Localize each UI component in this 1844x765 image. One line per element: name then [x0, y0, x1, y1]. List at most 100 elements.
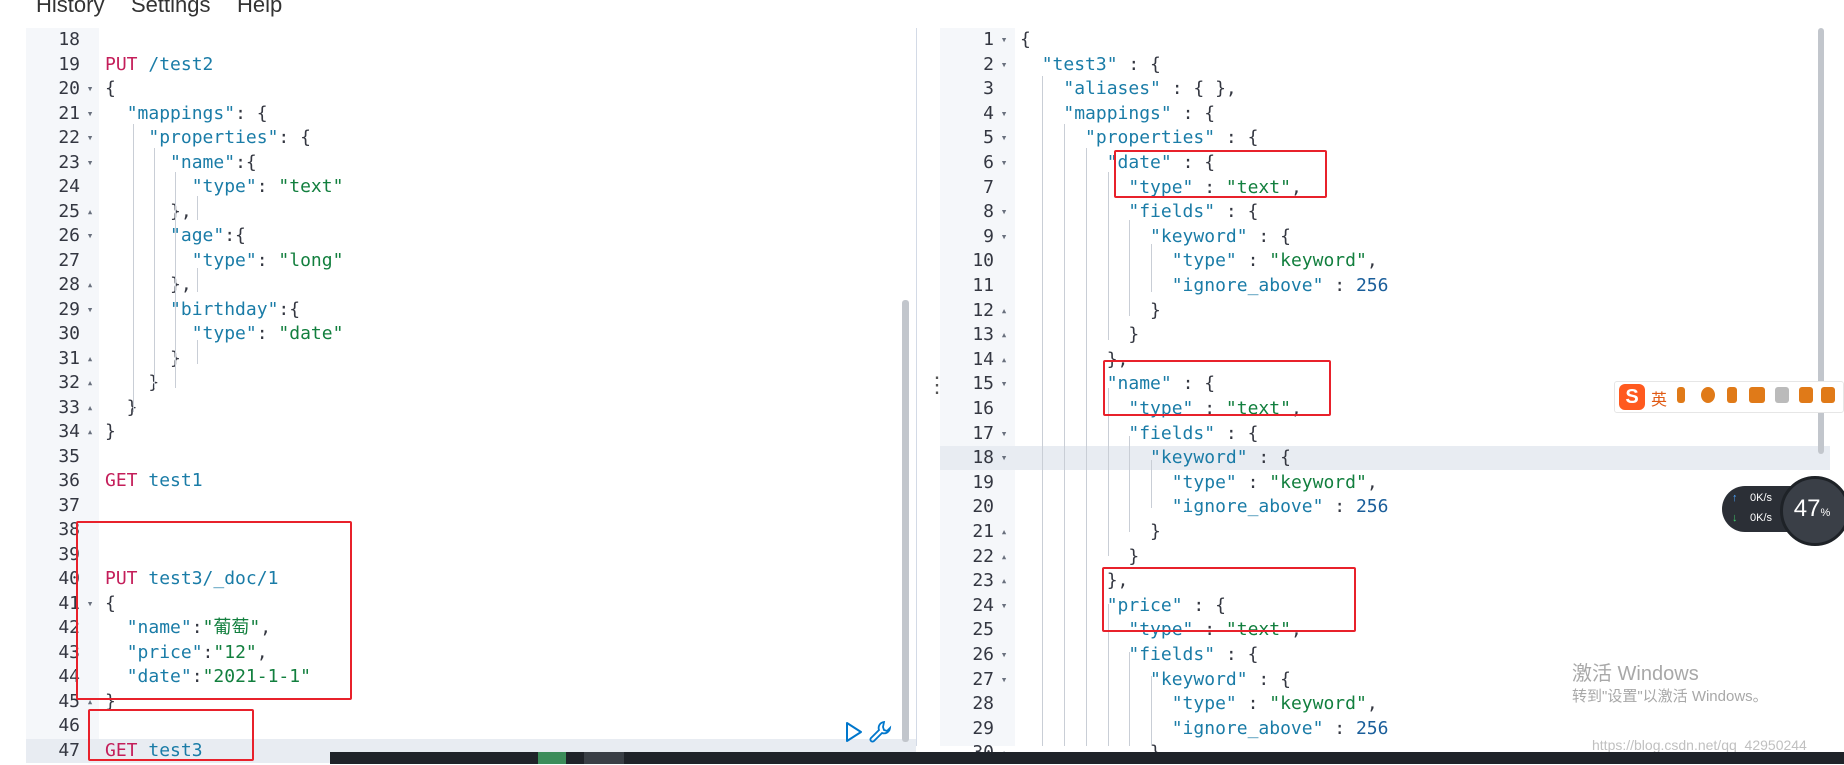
code-line[interactable]: 26 ▾ "age":{ — [26, 224, 916, 248]
code-line[interactable]: 1 ▾ { — [940, 28, 1830, 52]
code-line[interactable]: 13 ▴ } — [940, 323, 1830, 347]
code-line[interactable]: 19 PUT /test2 — [26, 53, 916, 77]
code-line[interactable]: 35 — [26, 445, 916, 469]
menu-help[interactable]: Help — [237, 0, 282, 18]
fold-arrow-icon[interactable]: ▾ — [997, 372, 1011, 396]
code-line[interactable]: 22 ▴ } — [940, 545, 1830, 569]
indent-guide — [1151, 676, 1152, 746]
unfold-arrow-icon[interactable]: ▴ — [83, 420, 97, 444]
code-line[interactable]: 14 ▴ }, — [940, 348, 1830, 372]
code-line[interactable]: 36 GET test1 — [26, 469, 916, 493]
code-line[interactable]: 12 ▴ } — [940, 299, 1830, 323]
unfold-arrow-icon[interactable]: ▴ — [83, 200, 97, 224]
download-speed: 0K/s — [1750, 512, 1773, 524]
fold-arrow-icon[interactable]: ▾ — [83, 224, 97, 248]
ime-toolbar[interactable]: S 英 — [1614, 381, 1844, 413]
code-line[interactable]: 24 ▾ "price" : { — [940, 594, 1830, 618]
code-text: "fields" : { — [1128, 422, 1259, 444]
fold-arrow-icon[interactable]: ▾ — [997, 422, 1011, 446]
line-number: 12 — [972, 299, 994, 321]
code-line[interactable]: 25 ▴ }, — [26, 200, 916, 224]
unfold-arrow-icon[interactable]: ▴ — [997, 520, 1011, 544]
unfold-arrow-icon[interactable]: ▴ — [997, 323, 1011, 347]
punctuation-icon[interactable] — [1677, 387, 1685, 403]
unfold-arrow-icon[interactable]: ▴ — [997, 299, 1011, 323]
fold-arrow-icon[interactable]: ▾ — [83, 298, 97, 322]
code-line[interactable]: 29 ▾ "birthday":{ — [26, 298, 916, 322]
code-line[interactable]: 24 "type": "text" — [26, 175, 916, 199]
unfold-arrow-icon[interactable]: ▴ — [83, 396, 97, 420]
unfold-arrow-icon[interactable]: ▴ — [83, 371, 97, 395]
code-line[interactable]: 30 "type": "date" — [26, 322, 916, 346]
fold-arrow-icon[interactable]: ▾ — [997, 643, 1011, 667]
code-line[interactable]: 32 ▴ } — [26, 371, 916, 395]
code-line[interactable]: 27 "type": "long" — [26, 249, 916, 273]
code-line[interactable]: 21 ▾ "mappings": { — [26, 102, 916, 126]
play-icon[interactable] — [841, 720, 865, 744]
fold-arrow-icon[interactable]: ▾ — [997, 200, 1011, 224]
wrench-icon[interactable] — [868, 719, 894, 745]
unfold-arrow-icon[interactable]: ▴ — [83, 347, 97, 371]
code-text: } — [1020, 545, 1140, 567]
code-line[interactable]: 9 ▾ "keyword" : { — [940, 225, 1830, 249]
code-line[interactable]: 10 "type" : "keyword", — [940, 249, 1830, 273]
ime-language[interactable]: 英 — [1651, 386, 1667, 410]
user-icon[interactable] — [1775, 387, 1789, 403]
keyboard-icon[interactable] — [1749, 387, 1765, 403]
fold-arrow-icon[interactable]: ▾ — [83, 102, 97, 126]
unfold-arrow-icon[interactable]: ▴ — [997, 545, 1011, 569]
code-line[interactable]: 25 "type" : "text", — [940, 618, 1830, 642]
taskbar-app-icon[interactable] — [538, 752, 566, 764]
code-line[interactable]: 11 "ignore_above" : 256 — [940, 274, 1830, 298]
code-line[interactable]: 17 ▾ "fields" : { — [940, 422, 1830, 446]
unfold-arrow-icon[interactable]: ▴ — [997, 348, 1011, 372]
panel-resize-handle[interactable]: ⋮ — [926, 372, 948, 398]
code-line[interactable]: 21 ▴ } — [940, 520, 1830, 544]
code-line[interactable]: 31 ▴ } — [26, 347, 916, 371]
fold-arrow-icon[interactable]: ▾ — [997, 225, 1011, 249]
code-line[interactable]: 5 ▾ "properties" : { — [940, 126, 1830, 150]
code-line[interactable]: 3 "aliases" : { }, — [940, 77, 1830, 101]
code-line[interactable]: 4 ▾ "mappings" : { — [940, 102, 1830, 126]
code-line[interactable]: 20 "ignore_above" : 256 — [940, 495, 1830, 519]
code-line[interactable]: 23 ▴ }, — [940, 569, 1830, 593]
emoji-icon[interactable] — [1701, 387, 1715, 403]
toolbox-icon[interactable] — [1821, 387, 1835, 403]
indent-guide — [175, 172, 176, 388]
code-line[interactable]: 37 — [26, 494, 916, 518]
code-line[interactable]: 34 ▴} — [26, 420, 916, 444]
code-text: "ignore_above" : 256 — [1171, 496, 1389, 518]
fold-arrow-icon[interactable]: ▾ — [997, 53, 1011, 77]
code-line[interactable]: 20 ▾ { — [26, 77, 916, 101]
menu-settings[interactable]: Settings — [131, 0, 211, 18]
editor-scrollbar[interactable] — [902, 300, 909, 742]
unfold-arrow-icon[interactable]: ▴ — [83, 273, 97, 297]
taskbar-app-icon[interactable] — [584, 752, 624, 764]
fold-arrow-icon[interactable]: ▾ — [997, 446, 1011, 470]
fold-arrow-icon[interactable]: ▾ — [997, 594, 1011, 618]
cpu-usage-gauge[interactable]: 47% — [1780, 476, 1844, 546]
fold-arrow-icon[interactable]: ▾ — [997, 102, 1011, 126]
code-line[interactable]: 7 "type" : "text", — [940, 176, 1830, 200]
code-line[interactable]: 6 ▾ "date" : { — [940, 151, 1830, 175]
code-line[interactable]: 19 "type" : "keyword", — [940, 471, 1830, 495]
fold-arrow-icon[interactable]: ▾ — [997, 668, 1011, 692]
code-line[interactable]: 23 ▾ "name":{ — [26, 151, 916, 175]
code-line[interactable]: 8 ▾ "fields" : { — [940, 200, 1830, 224]
skin-icon[interactable] — [1799, 387, 1813, 403]
code-line[interactable]: 2 ▾ "test3" : { — [940, 53, 1830, 77]
fold-arrow-icon[interactable]: ▾ — [997, 151, 1011, 175]
code-line[interactable]: 18 ▾ "keyword" : { — [940, 446, 1830, 471]
fold-arrow-icon[interactable]: ▾ — [83, 151, 97, 175]
fold-arrow-icon[interactable]: ▾ — [83, 77, 97, 101]
menu-history[interactable]: History — [36, 0, 104, 18]
fold-arrow-icon[interactable]: ▾ — [997, 28, 1011, 52]
code-line[interactable]: 33 ▴ } — [26, 396, 916, 420]
code-line[interactable]: 28 ▴ }, — [26, 273, 916, 297]
microphone-icon[interactable] — [1727, 387, 1737, 403]
code-line[interactable]: 18 — [26, 28, 916, 52]
fold-arrow-icon[interactable]: ▾ — [997, 126, 1011, 150]
unfold-arrow-icon[interactable]: ▴ — [997, 569, 1011, 593]
code-line[interactable]: 22 ▾ "properties": { — [26, 126, 916, 150]
fold-arrow-icon[interactable]: ▾ — [83, 126, 97, 150]
